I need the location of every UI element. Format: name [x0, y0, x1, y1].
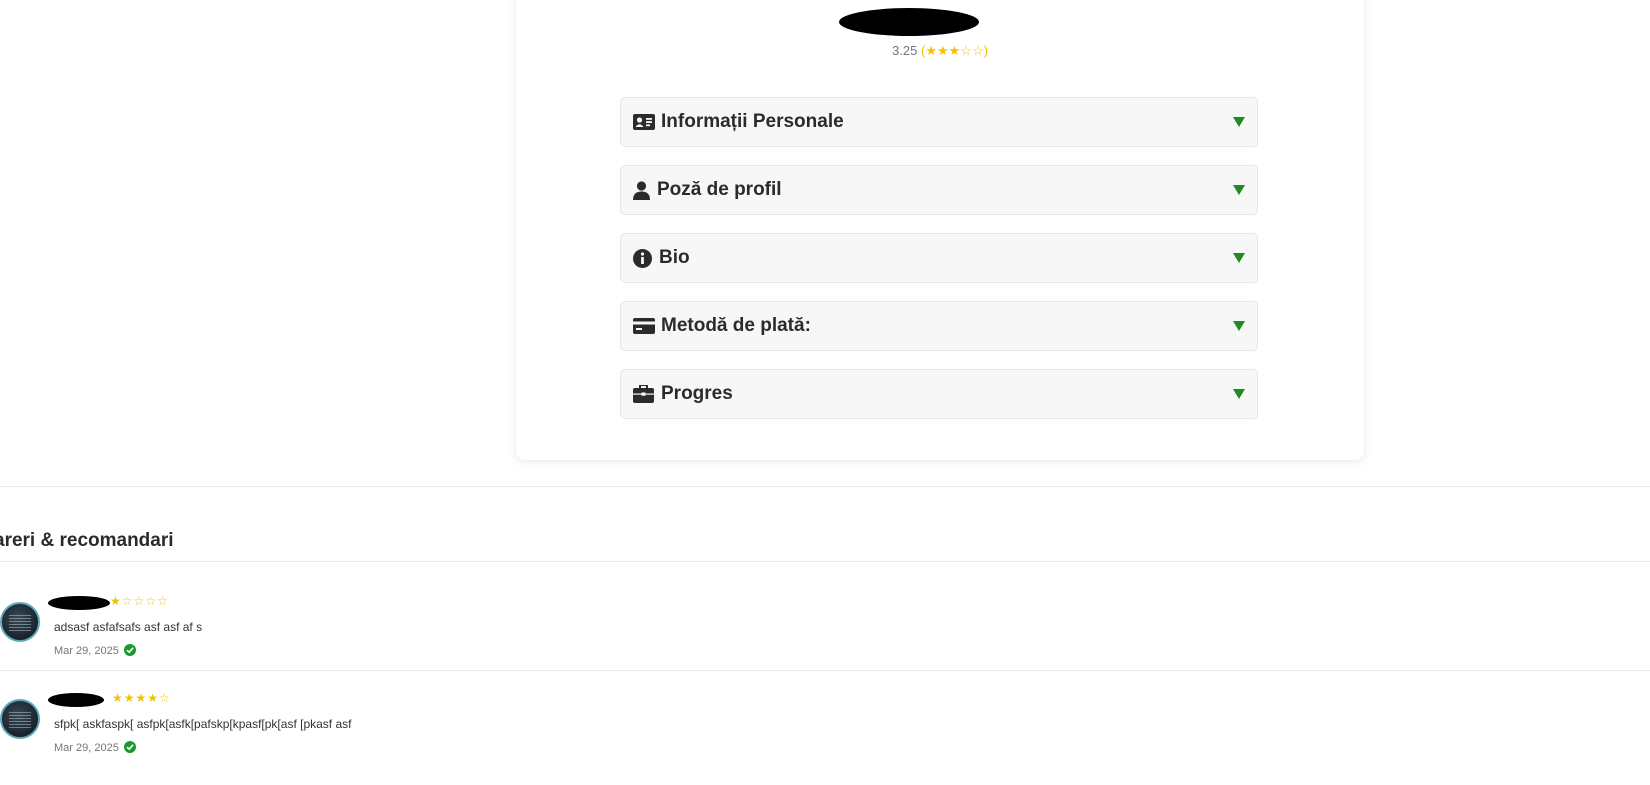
redacted-reviewer-name — [48, 596, 110, 610]
chevron-down-icon[interactable] — [1233, 389, 1245, 399]
review-item: ★☆☆☆☆ adsasf asfafsafs asf asf af s Mar … — [0, 594, 1650, 688]
review-text: adsasf asfafsafs asf asf af s — [54, 620, 203, 634]
credit-card-icon — [633, 318, 657, 334]
divider — [0, 561, 1650, 562]
section-title: Poză de profil — [657, 179, 782, 200]
user-icon — [633, 180, 653, 200]
section-progress[interactable]: Progres — [620, 369, 1258, 419]
info-circle-icon — [633, 248, 655, 268]
review-date: Mar 29, 2025 — [54, 742, 119, 754]
profile-card: 3.25 (★★★☆☆) Informații Personale Poză d… — [516, 0, 1364, 460]
verified-check-icon — [124, 741, 136, 753]
divider — [0, 486, 1650, 487]
redacted-name — [839, 8, 979, 36]
review-date: Mar 29, 2025 — [54, 645, 119, 657]
section-title: Bio — [659, 247, 690, 268]
chevron-down-icon[interactable] — [1233, 253, 1245, 263]
rating-stars: (★★★☆☆) — [921, 43, 988, 58]
reviews-heading: areri & recomandari — [0, 530, 174, 551]
review-item: ★★★★☆ sfpk[ askfaspk[ asfpk[asfk[pafskp[… — [0, 691, 1650, 785]
section-title: Metodă de plată: — [661, 315, 811, 336]
section-title: Progres — [661, 383, 733, 404]
section-title: Informații Personale — [661, 111, 844, 132]
section-personal-info[interactable]: Informații Personale — [620, 97, 1258, 147]
redacted-reviewer-name — [48, 693, 104, 707]
chevron-down-icon[interactable] — [1233, 321, 1245, 331]
profile-rating: 3.25 (★★★☆☆) — [516, 43, 1364, 59]
section-bio[interactable]: Bio — [620, 233, 1258, 283]
id-card-icon — [633, 114, 657, 130]
review-text: sfpk[ askfaspk[ asfpk[asfk[pafskp[kpasf[… — [54, 717, 352, 731]
section-payment-method[interactable]: Metodă de plată: — [620, 301, 1258, 351]
briefcase-icon — [633, 385, 657, 403]
avatar[interactable] — [0, 699, 40, 739]
review-stars: ★★★★☆ — [112, 691, 171, 705]
divider — [0, 670, 1650, 671]
review-stars: ★☆☆☆☆ — [110, 594, 169, 608]
avatar[interactable] — [0, 602, 40, 642]
chevron-down-icon[interactable] — [1233, 117, 1245, 127]
section-profile-picture[interactable]: Poză de profil — [620, 165, 1258, 215]
rating-value: 3.25 — [892, 43, 918, 58]
verified-check-icon — [124, 644, 136, 656]
chevron-down-icon[interactable] — [1233, 185, 1245, 195]
